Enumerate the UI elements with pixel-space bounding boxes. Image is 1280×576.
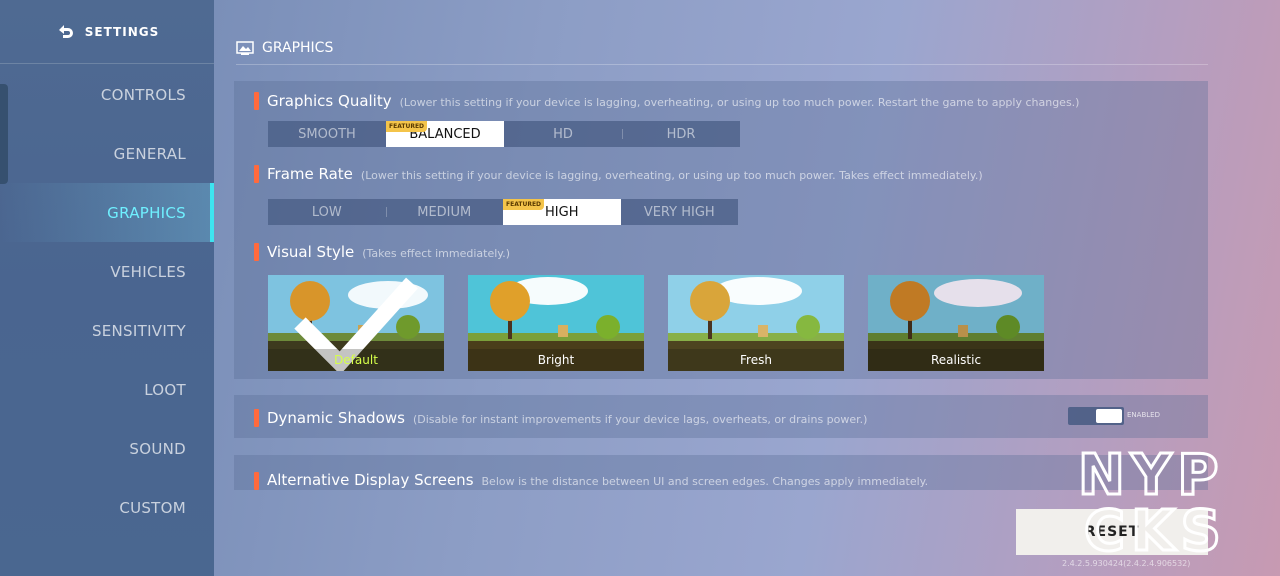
nav-item-sound[interactable]: SOUND [0,419,214,478]
frame-option-medium[interactable]: MEDIUM [385,199,504,225]
settings-title: SETTINGS [84,24,160,39]
frame-option-high[interactable]: FEATURED HIGH [503,199,621,225]
visual-style-row: Visual Style (Takes effect immediately.) [254,243,510,261]
style-card-caption: Default [268,349,444,371]
back-arrow-icon[interactable] [55,22,75,42]
quality-option-balanced[interactable]: FEATURED BALANCED [386,121,504,147]
alt-display-label: Alternative Display Screens [267,471,474,489]
visual-style-label: Visual Style [267,243,355,261]
style-card-caption: Fresh [668,349,844,371]
style-card-bright[interactable]: Bright [468,275,644,371]
row-marker [254,471,259,490]
featured-badge: FEATURED [503,199,545,210]
toggle-state-label: ENABLED [1127,411,1160,419]
alt-display-row: Alternative Display Screens Below is the… [254,471,928,490]
style-card-realistic[interactable]: Realistic [868,275,1044,371]
nav-item-general[interactable]: GENERAL [0,124,214,183]
image-icon [236,41,254,55]
style-card-default[interactable]: Default [268,275,444,371]
nav-item-sensitivity[interactable]: SENSITIVITY [0,301,214,360]
alt-display-desc: Below is the distance between UI and scr… [481,475,929,488]
row-marker [254,409,259,427]
row-marker [254,243,259,261]
toggle-knob [1096,409,1122,423]
settings-nav: CONTROLS GENERAL GRAPHICS VEHICLES SENSI… [0,65,214,537]
section-title-text: GRAPHICS [262,40,334,56]
sidebar: SETTINGS CONTROLS GENERAL GRAPHICS VEHIC… [0,0,214,576]
frame-option-high-label: HIGH [545,204,579,220]
nypcks-watermark-logo: NYP CKS [1077,444,1227,554]
row-marker [254,92,259,110]
graphics-quality-label: Graphics Quality [267,92,392,110]
nav-item-controls[interactable]: CONTROLS [0,65,214,124]
frame-rate-selector: LOW MEDIUM FEATURED HIGH VERY HIGH [268,199,738,225]
frame-rate-row: Frame Rate (Lower this setting if your d… [254,165,983,183]
frame-option-low[interactable]: LOW [268,199,386,225]
style-card-fresh[interactable]: Fresh [668,275,844,371]
svg-text:CKS: CKS [1084,499,1227,554]
quality-option-smooth[interactable]: SMOOTH [268,121,386,147]
graphics-quality-selector: SMOOTH FEATURED BALANCED HD HDR [268,121,740,147]
dynamic-shadows-toggle[interactable] [1068,407,1124,425]
featured-badge: FEATURED [386,121,428,132]
nav-item-vehicles[interactable]: VEHICLES [0,242,214,301]
dynamic-shadows-label: Dynamic Shadows [267,409,405,427]
title-divider [236,64,1208,65]
frame-rate-label: Frame Rate [267,165,353,183]
frame-rate-desc: (Lower this setting if your device is la… [360,169,983,182]
style-card-caption: Realistic [868,349,1044,371]
style-card-caption: Bright [468,349,644,371]
graphics-quality-row: Graphics Quality (Lower this setting if … [254,92,1079,110]
nav-item-custom[interactable]: CUSTOM [0,478,214,537]
version-text: 2.4.2.5.930424(2.4.2.4.906532) [1062,559,1191,568]
dynamic-shadows-row: Dynamic Shadows (Disable for instant imp… [254,409,867,427]
frame-option-very-high[interactable]: VERY HIGH [621,199,739,225]
dynamic-shadows-desc: (Disable for instant improvements if you… [412,413,868,426]
nav-item-loot[interactable]: LOOT [0,360,214,419]
quality-option-hd[interactable]: HD [504,121,622,147]
graphics-quality-desc: (Lower this setting if your device is la… [399,96,1080,109]
nav-item-graphics[interactable]: GRAPHICS [0,183,214,242]
section-title: GRAPHICS [236,40,333,56]
settings-header[interactable]: SETTINGS [0,0,214,64]
row-marker [254,165,259,183]
quality-option-hdr[interactable]: HDR [622,121,740,147]
visual-style-desc: (Takes effect immediately.) [362,247,511,260]
